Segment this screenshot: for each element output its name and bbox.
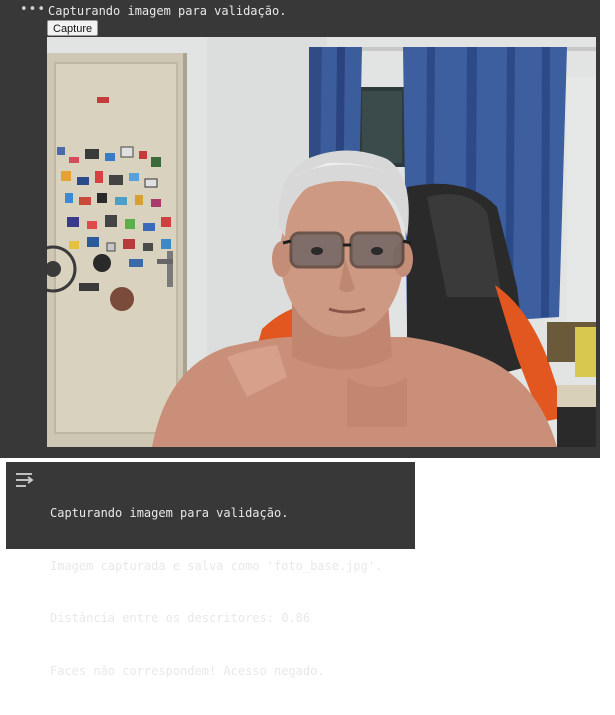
code-cell-output-area: ••• Capturando imagem para validação. Ca… <box>0 0 600 458</box>
webcam-image <box>47 37 596 447</box>
webcam-video <box>47 37 596 447</box>
capture-button[interactable]: Capture <box>47 20 99 36</box>
capture-status-text: Capturando imagem para validação. <box>48 4 287 18</box>
output-line: Distância entre os descritores: 0.86 <box>50 611 311 625</box>
output-lines: Capturando imagem para validação. Imagem… <box>50 470 382 715</box>
output-line: Faces não correspondem! Acesso negado. <box>50 663 325 678</box>
output-toggle-icon[interactable] <box>14 470 36 490</box>
output-line: Imagem capturada e salva como 'foto_base… <box>50 558 383 573</box>
output-line: Capturando imagem para validação. <box>50 506 289 520</box>
ellipsis-icon[interactable]: ••• <box>20 2 46 17</box>
cell-text-output: Capturando imagem para validação. Imagem… <box>6 462 415 678</box>
